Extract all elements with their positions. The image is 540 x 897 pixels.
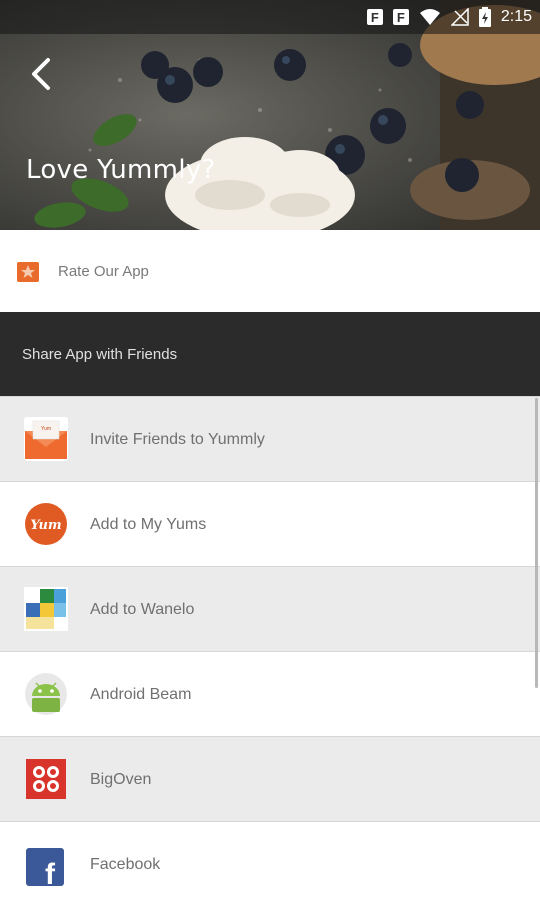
facebook-notification-icon: F [392, 9, 409, 25]
wanelo-icon [24, 587, 68, 631]
star-icon [17, 262, 39, 282]
yum-icon: Yum [25, 503, 67, 545]
list-item-label: Add to My Yums [90, 516, 207, 533]
scrollbar[interactable] [535, 398, 538, 688]
hero-banner: Love Yummly? [0, 0, 540, 230]
list-item-label: Add to Wanelo [90, 601, 195, 618]
status-icons: F F 2:15 [366, 6, 532, 28]
list-item-label: Invite Friends to Yummly [90, 431, 265, 448]
list-item-my-yums[interactable]: Yum Add to My Yums [0, 481, 540, 566]
list-item-facebook[interactable]: f Facebook [0, 821, 540, 897]
battery-charging-icon [478, 7, 491, 27]
wifi-icon [419, 9, 440, 25]
hero-title: Love Yummly? [26, 155, 216, 185]
clock: 2:15 [500, 8, 532, 25]
facebook-icon: f [26, 848, 64, 886]
rate-app-label[interactable]: Rate Our App [58, 263, 149, 280]
mail-icon: Yum [24, 417, 68, 461]
list-item-label: Android Beam [90, 686, 192, 703]
facebook-notification-icon: F [366, 9, 383, 25]
list-item-label: BigOven [90, 771, 152, 788]
list-item-wanelo[interactable]: Add to Wanelo [0, 566, 540, 651]
bigoven-icon [26, 759, 66, 799]
svg-text:f: f [45, 858, 56, 886]
list-item-bigoven[interactable]: BigOven [0, 736, 540, 821]
share-section-title: Share App with Friends [22, 346, 178, 363]
list-item-android-beam[interactable]: Android Beam [0, 651, 540, 736]
no-signal-icon [450, 8, 469, 26]
status-bar: F F 2:15 [0, 0, 540, 34]
svg-text:Yum: Yum [41, 426, 51, 432]
android-icon [25, 673, 67, 715]
list-item-invite[interactable]: Yum Invite Friends to Yummly [0, 396, 540, 481]
svg-text:Yum: Yum [30, 518, 61, 533]
list-item-label: Facebook [90, 856, 161, 873]
hero-food-image [0, 0, 540, 230]
back-arrow-icon[interactable] [24, 52, 60, 96]
